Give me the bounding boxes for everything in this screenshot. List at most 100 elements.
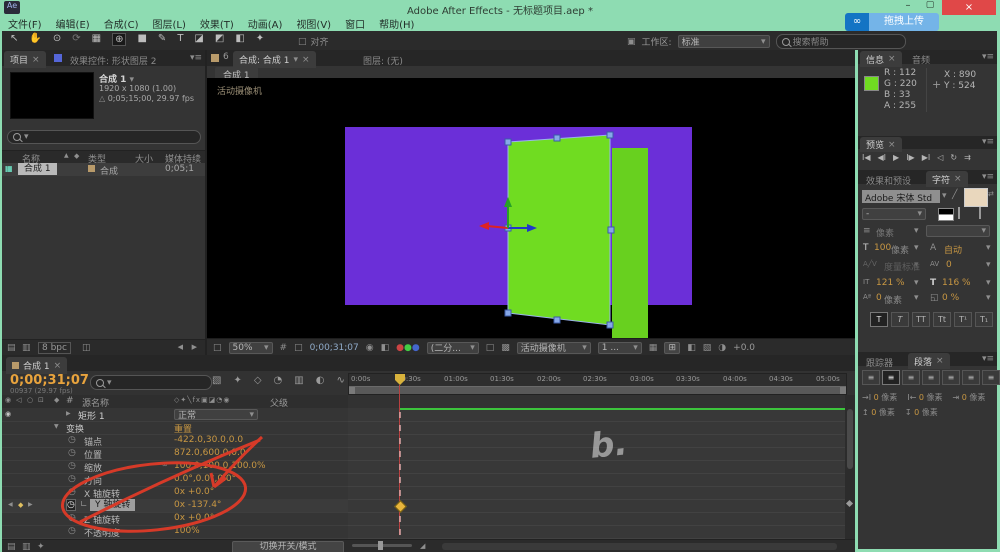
add-keyframe-icon[interactable] — [846, 500, 853, 507]
chevron-down-icon[interactable]: ▾ — [986, 293, 991, 303]
menu-edit[interactable]: 编辑(E) — [56, 16, 90, 31]
always-preview-icon[interactable]: □ — [213, 343, 222, 353]
vertical-scrollbar[interactable] — [847, 409, 853, 469]
space-before-field[interactable]: ↥ 0 像素 — [862, 407, 895, 418]
first-line-indent-field[interactable]: ⇥ 0 像素 — [953, 392, 986, 403]
prop-value[interactable]: -422.0,30.0,0.0 — [174, 435, 243, 445]
upload-icon[interactable]: ∞ — [845, 13, 869, 31]
tab-effects-presets[interactable]: 效果和预设 — [860, 172, 917, 189]
tab-effect-controls[interactable]: 效果控件: 形状图层 2 — [64, 52, 162, 69]
channels-icon[interactable]: ●●● — [396, 343, 420, 353]
pan-behind-tool-icon[interactable]: ⊕ — [112, 33, 126, 46]
small-caps-button[interactable]: Tt — [933, 312, 951, 327]
chevron-down-icon[interactable]: ▾ — [914, 260, 919, 270]
label-color-swatch[interactable] — [88, 165, 95, 172]
scroll-left-icon[interactable]: ◀ — [178, 343, 183, 351]
pen-tool-icon[interactable]: ✎ — [158, 33, 166, 46]
eyedropper-icon[interactable]: ╱ — [952, 190, 957, 200]
twirl-icon[interactable]: ▼ — [54, 423, 59, 430]
tab-audio[interactable]: 音频 — [906, 51, 936, 68]
stroke-width-unit[interactable]: 像素 — [876, 226, 894, 239]
tsume-value[interactable]: 0 % — [942, 293, 959, 303]
faux-bold-button[interactable]: T — [870, 312, 888, 327]
exposure-value[interactable]: +0.0 — [733, 343, 755, 353]
font-family-dropdown[interactable]: Adobe 宋体 Std — [862, 190, 940, 203]
close-icon[interactable]: × — [888, 54, 896, 64]
switches-column-icons[interactable]: ◇✦╲fx▣◪◔◉ — [174, 396, 231, 404]
eye-icon[interactable]: ◉ — [5, 410, 11, 418]
close-icon[interactable]: × — [936, 356, 944, 366]
close-icon[interactable]: × — [54, 361, 62, 371]
fill-color-swatch[interactable] — [964, 188, 988, 207]
safe-margins-icon[interactable]: # — [280, 343, 288, 353]
justify-last-right-button[interactable]: ≡ — [962, 370, 980, 385]
draft-3d-icon[interactable]: ◇ — [254, 375, 262, 386]
prop-row-z-rotation[interactable]: ◷ Z 轴旋转 0x +0.0° — [2, 512, 348, 526]
timeline-zoom-slider[interactable] — [352, 544, 412, 547]
prop-value[interactable]: 0x +0.0° — [174, 513, 214, 523]
chevron-down-icon[interactable]: ▾ — [942, 191, 947, 201]
live-update-icon[interactable]: ✦ — [233, 375, 241, 386]
link-icon[interactable]: ∞ — [162, 461, 168, 469]
superscript-button[interactable]: T¹ — [954, 312, 972, 327]
stopwatch-icon[interactable]: ◷ — [68, 461, 76, 471]
no-fill-swatch[interactable] — [958, 207, 960, 219]
mask-visibility-icon[interactable]: □ — [294, 343, 303, 353]
justify-last-left-button[interactable]: ≡ — [922, 370, 940, 385]
current-timecode[interactable]: 0;00;31;07 — [10, 373, 89, 388]
composition-mini-flowchart-icon[interactable]: ▧ — [212, 375, 221, 386]
trash-icon[interactable]: ◫ — [82, 343, 91, 353]
layer-row[interactable]: ◉ ▶ 矩形 1 正常 ▾ — [2, 408, 348, 422]
baseline-shift-value[interactable]: 0 — [876, 293, 882, 303]
expand-layer-switches-icon[interactable]: ▤ — [7, 542, 16, 552]
indent-right-field[interactable]: Ⅰ← 0 像素 — [907, 392, 942, 403]
prop-row-x-rotation[interactable]: ◷ X 轴旋转 0x +0.0° — [2, 486, 348, 500]
prop-row-scale[interactable]: ◷ 缩放 ∞ 100.0,100.0,100.0% — [2, 460, 348, 474]
prop-label-selected[interactable]: Y 轴旋转 — [90, 499, 135, 511]
tab-layer[interactable]: 图层: (无) — [357, 52, 409, 69]
toggle-switches-modes-button[interactable]: 切换开关/模式 — [232, 541, 344, 552]
align-left-button[interactable]: ≡ — [862, 370, 880, 385]
viewport[interactable]: 活动摄像机 — [207, 78, 855, 338]
shape-tool-icon[interactable]: ■ — [137, 33, 146, 46]
work-area-start-handle[interactable] — [349, 387, 355, 394]
audio-column-icon[interactable]: ◁ — [16, 396, 21, 404]
zoom-dropdown[interactable]: 50% ▾ — [229, 342, 273, 354]
indent-left-field[interactable]: →Ⅰ 0 像素 — [862, 392, 897, 403]
project-row-comp1[interactable]: ▦ 合成 1 合成 0;05;1 — [2, 163, 205, 176]
align-center-button[interactable]: ≡ — [882, 370, 900, 385]
stopwatch-icon[interactable]: ◷ — [68, 474, 76, 484]
horizontal-scrollbar[interactable] — [442, 543, 837, 550]
loop-button[interactable]: ↻ — [950, 153, 957, 162]
snapshot-icon[interactable]: ◉ — [366, 343, 374, 353]
tag-icon[interactable]: ◆ — [74, 152, 79, 160]
selection-tool-icon[interactable]: ↖ — [10, 33, 18, 46]
prop-value[interactable]: 100% — [174, 526, 200, 536]
menu-effect[interactable]: 效果(T) — [200, 16, 234, 31]
zoom-slider-handle[interactable] — [378, 541, 383, 550]
close-icon[interactable]: × — [302, 55, 310, 65]
tab-character[interactable]: 字符 × — [926, 171, 968, 187]
chevron-down-icon[interactable]: ▾ — [914, 243, 919, 253]
eraser-tool-icon[interactable]: ◧ — [235, 33, 244, 46]
snap-checkbox[interactable]: □ — [298, 37, 307, 47]
prop-value[interactable]: 0.0°,0.0°,0.0° — [174, 474, 236, 484]
chevron-down-icon[interactable]: ▾ — [986, 243, 991, 253]
horizontal-scale-value[interactable]: 116 % — [942, 278, 971, 288]
exposure-icon[interactable]: ◑ — [718, 343, 726, 353]
prop-row-anchor[interactable]: ◷ 锚点 -422.0,30.0,0.0 — [2, 434, 348, 448]
maximize-button[interactable]: ▢ — [920, 0, 940, 14]
menu-view[interactable]: 视图(V) — [296, 16, 331, 31]
no-stroke-swatch[interactable] — [979, 207, 981, 219]
expand-inout-icon[interactable]: ✦ — [37, 542, 45, 552]
play-button[interactable]: ▶ — [893, 153, 899, 162]
grid-options-icon[interactable]: ▦ — [649, 343, 658, 353]
pixel-aspect-icon[interactable]: ⊞ — [664, 342, 680, 354]
vertical-scale-value[interactable]: 121 % — [876, 278, 905, 288]
text-tool-icon[interactable]: T — [177, 33, 183, 46]
stopwatch-icon[interactable]: ◷ — [68, 513, 76, 523]
tracking-value[interactable]: 0 — [946, 260, 952, 270]
close-icon[interactable]: × — [888, 140, 896, 150]
prev-frame-button[interactable]: ◀Ⅰ — [878, 153, 887, 162]
lock-column-icon[interactable]: ⊡ — [38, 396, 44, 404]
